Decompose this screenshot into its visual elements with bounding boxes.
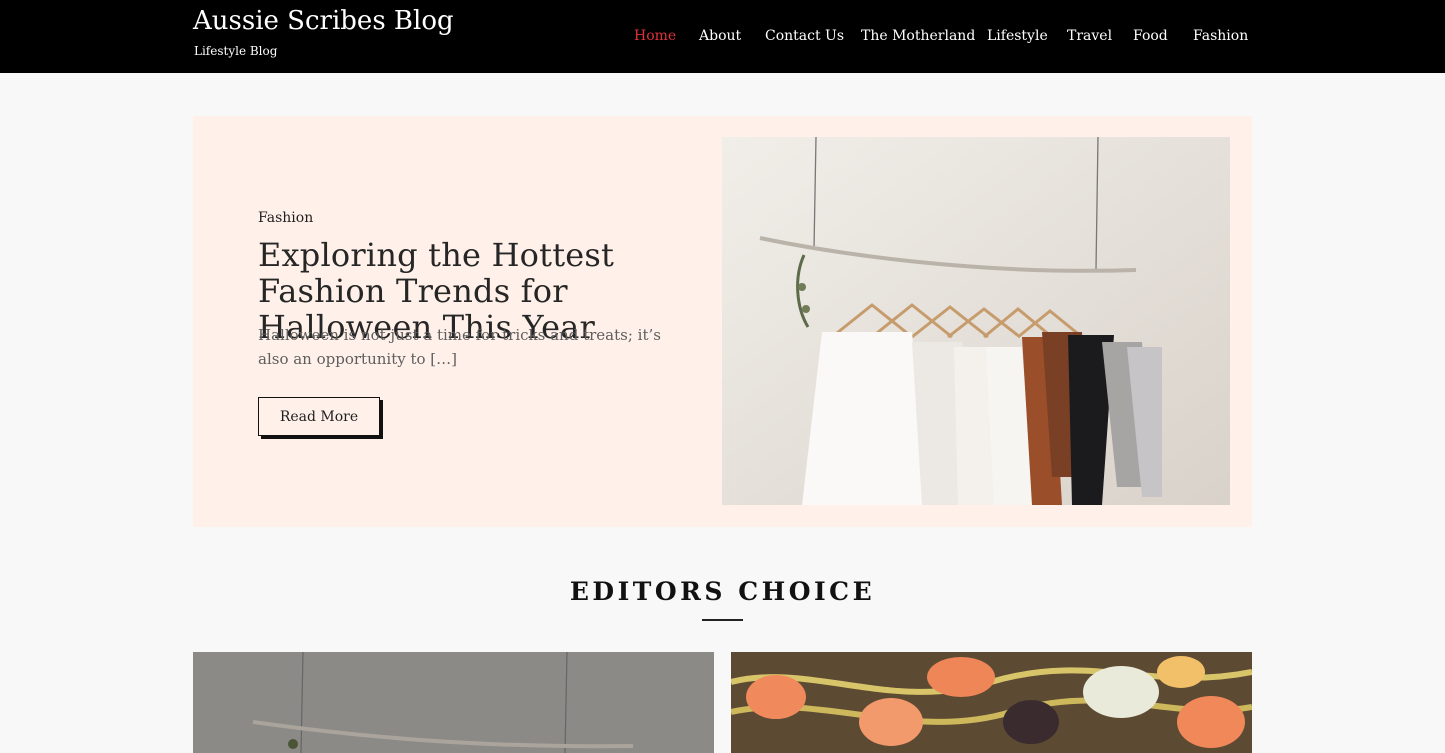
nav-lifestyle[interactable]: Lifestyle xyxy=(987,27,1048,45)
clothes-rack-photo-icon xyxy=(193,652,714,753)
nav-about[interactable]: About xyxy=(699,27,741,45)
featured-image[interactable] xyxy=(722,137,1230,505)
shrimp-noodles-photo-icon xyxy=(731,652,1252,753)
post-category[interactable]: Fashion xyxy=(258,210,313,226)
nav-travel[interactable]: Travel xyxy=(1067,27,1112,45)
editors-choice-card[interactable] xyxy=(193,652,714,753)
editors-choice-heading: EDITORS CHOICE xyxy=(569,577,876,606)
nav-contact-us[interactable]: Contact Us xyxy=(765,27,844,45)
read-more-button[interactable]: Read More xyxy=(258,397,380,436)
nav-home[interactable]: Home xyxy=(634,27,676,45)
nav-fashion[interactable]: Fashion xyxy=(1193,27,1248,45)
site-tagline: Lifestyle Blog xyxy=(194,44,278,58)
nav-food[interactable]: Food xyxy=(1133,27,1168,45)
site-title[interactable]: Aussie Scribes Blog xyxy=(193,6,454,36)
clothes-rack-photo-icon xyxy=(722,137,1230,505)
site-header: Aussie Scribes Blog Lifestyle Blog Home … xyxy=(0,0,1445,73)
nav-the-motherland[interactable]: The Motherland xyxy=(861,27,975,45)
featured-post: Fashion Exploring the Hottest Fashion Tr… xyxy=(193,116,1252,527)
editors-choice-card[interactable] xyxy=(731,652,1252,753)
post-excerpt: Halloween is not just a time for tricks … xyxy=(258,326,661,368)
heading-divider xyxy=(702,619,743,621)
